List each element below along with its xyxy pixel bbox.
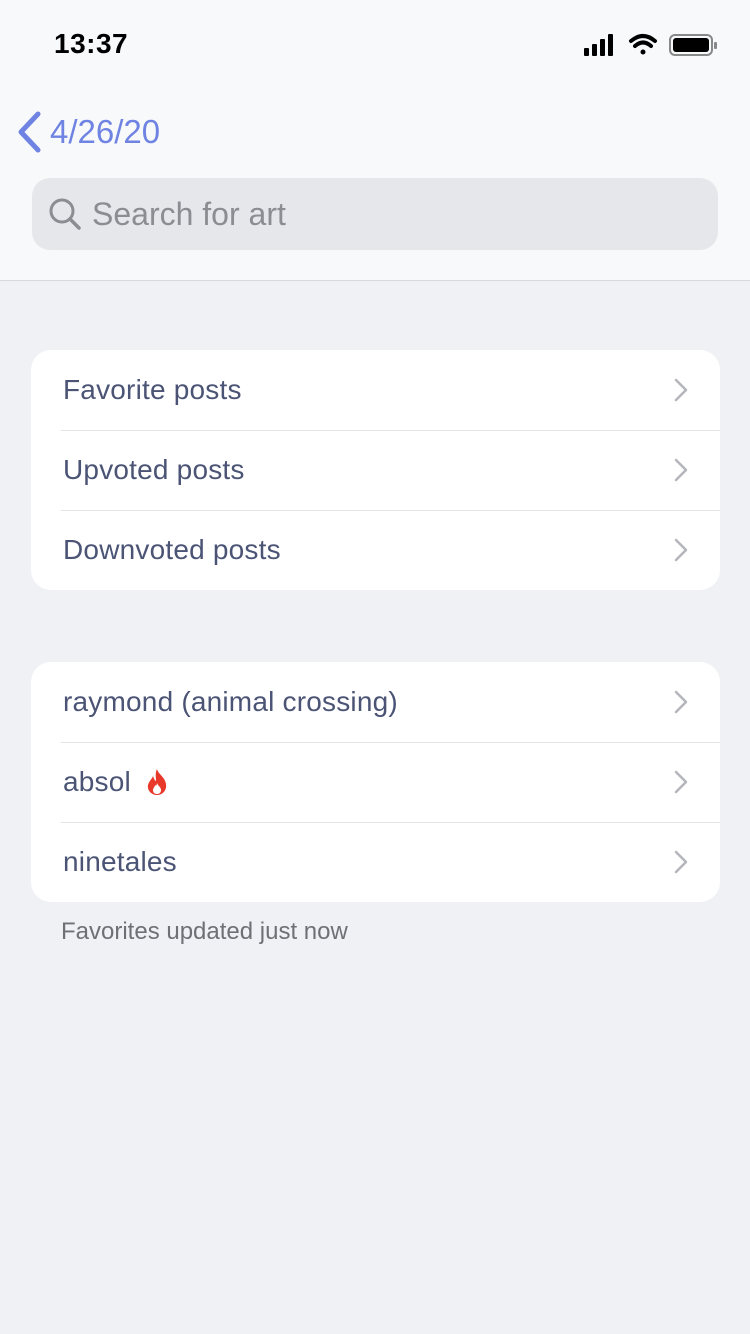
chevron-right-icon (674, 690, 688, 714)
search-bar[interactable] (32, 178, 718, 250)
back-label: 4/26/20 (50, 113, 161, 150)
flame-icon (147, 769, 167, 795)
chevron-right-icon (674, 850, 688, 874)
battery-icon (669, 34, 717, 56)
screen: 13:37 4/26/20 Search for art Favorite po… (0, 0, 750, 1334)
favorite-tags-group: raymond (animal crossing) absol ninetale… (31, 662, 720, 902)
row-label: Upvoted posts (63, 454, 245, 485)
search-icon (49, 198, 81, 230)
row-label: Downvoted posts (63, 534, 281, 565)
row-label: ninetales (63, 846, 177, 877)
downvoted-posts-row[interactable]: Downvoted posts (31, 510, 720, 590)
chevron-right-icon (674, 378, 688, 402)
chevron-right-icon (674, 538, 688, 562)
wifi-icon (629, 34, 657, 55)
chevron-right-icon (674, 458, 688, 482)
search-input[interactable] (92, 195, 692, 233)
chevron-right-icon (674, 770, 688, 794)
tag-row-raymond[interactable]: raymond (animal crossing) (31, 662, 720, 742)
favorite-posts-row[interactable]: Favorite posts (31, 350, 720, 430)
status-icons (584, 32, 720, 62)
back-button[interactable]: 4/26/20 (16, 108, 160, 156)
tag-row-ninetales[interactable]: ninetales (31, 822, 720, 902)
row-label: Favorite posts (63, 374, 242, 405)
header: 13:37 4/26/20 Search for art (0, 0, 750, 281)
row-label: absol (63, 766, 131, 797)
upvoted-posts-row[interactable]: Upvoted posts (31, 430, 720, 510)
favorites-status-note: Favorites updated just now (61, 918, 348, 945)
chevron-left-icon (18, 111, 41, 153)
row-label: raymond (animal crossing) (63, 686, 398, 717)
post-filters-group: Favorite posts Upvoted posts Downvoted p… (31, 350, 720, 590)
tag-row-absol[interactable]: absol (31, 742, 720, 822)
status-time: 13:37 (54, 28, 129, 59)
signal-icon (584, 34, 613, 56)
